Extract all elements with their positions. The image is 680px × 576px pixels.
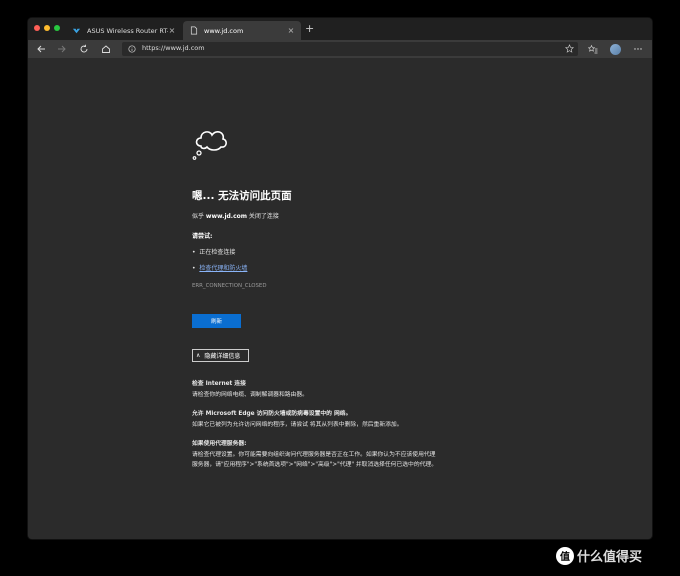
tab-title: ASUS Wireless Router RT-AC58U - Net xyxy=(87,26,168,35)
check-proxy-firewall-link[interactable]: 检查代理和防火墙 xyxy=(199,265,247,272)
toggle-details-label: 隐藏详细信息 xyxy=(204,353,241,360)
browser-window: ASUS Wireless Router RT-AC58U - Net × ww… xyxy=(28,18,652,539)
cloud-thought-icon xyxy=(192,130,227,160)
proxy-body-line2: 服务器，请"应用程序">"系统首选项">"网络">"高级">"代理" 并取消选择… xyxy=(192,462,438,468)
subtitle-host: www.jd.com xyxy=(205,213,248,220)
error-page: 嗯... 无法访问此页面 似乎 www.jd.com 关闭了连接 请尝试: • … xyxy=(28,58,652,539)
minimize-window-button[interactable] xyxy=(44,25,50,31)
subtitle-suffix: 关闭了连接 xyxy=(247,213,279,220)
site-watermark: 值 什么值得买 xyxy=(556,546,642,565)
bullet: • xyxy=(192,265,196,272)
tab-asus-router[interactable]: ASUS Wireless Router RT-AC58U - Net × xyxy=(66,21,182,40)
error-title: 嗯... 无法访问此页面 xyxy=(192,190,292,202)
page-icon xyxy=(189,26,198,35)
window-controls xyxy=(34,25,60,31)
error-code: ERR_CONNECTION_CLOSED xyxy=(192,283,267,289)
toolbar: https://www.jd.com xyxy=(28,40,652,58)
avatar xyxy=(609,43,621,55)
close-tab-icon[interactable]: × xyxy=(287,26,295,35)
home-button[interactable] xyxy=(99,42,113,56)
more-menu-button[interactable] xyxy=(631,42,645,56)
watermark-badge: 值 xyxy=(556,546,574,565)
watermark-text: 什么值得买 xyxy=(577,550,643,565)
tab-title: www.jd.com xyxy=(204,26,244,35)
try-heading: 请尝试: xyxy=(192,233,213,240)
refresh-page-button[interactable]: 刷新 xyxy=(192,314,241,328)
firewall-body: 如果它已被列为允许访问网络的程序，请尝试 将其从列表中删除，然后重新添加。 xyxy=(192,422,403,428)
more-dots-icon xyxy=(634,48,642,50)
try-item-label: 正在检查连接 xyxy=(199,249,236,256)
internet-heading: 检查 Internet 连接 xyxy=(192,381,246,387)
back-button[interactable] xyxy=(34,42,48,56)
favorites-list-icon xyxy=(588,44,598,54)
asus-favicon-icon xyxy=(72,26,81,35)
chevron-up-icon: ∧ xyxy=(196,352,201,359)
info-icon xyxy=(128,45,136,53)
bullet: • xyxy=(192,249,196,256)
tab-jd[interactable]: www.jd.com × xyxy=(183,21,301,40)
home-icon xyxy=(102,45,110,53)
forward-button[interactable] xyxy=(55,42,69,56)
firewall-heading: 允许 Microsoft Edge 访问防火墙或防病毒设置中的 网络。 xyxy=(192,411,352,417)
refresh-button[interactable] xyxy=(77,42,91,56)
url-text: https://www.jd.com xyxy=(142,44,205,52)
back-arrow-icon xyxy=(37,45,45,53)
tab-strip: ASUS Wireless Router RT-AC58U - Net × ww… xyxy=(28,18,652,40)
close-window-button[interactable] xyxy=(34,25,40,31)
internet-body: 请检查你的网络电缆、调制解调器和路由器。 xyxy=(192,392,308,398)
maximize-window-button[interactable] xyxy=(54,25,60,31)
address-bar[interactable]: https://www.jd.com xyxy=(122,42,578,56)
profile-button[interactable] xyxy=(608,42,622,56)
proxy-body-line1: 请检查代理设置。你可能需要向组织询问代理服务器是否正在工作。如果你认为不应该使用… xyxy=(192,452,436,458)
favorite-star-icon xyxy=(565,44,574,53)
favorites-button[interactable] xyxy=(586,42,600,56)
try-item: • 正在检查连接 xyxy=(192,247,235,256)
toggle-details-button[interactable]: ∧ 隐藏详细信息 xyxy=(192,349,249,362)
new-tab-button[interactable]: + xyxy=(305,22,314,35)
proxy-heading: 如果使用代理服务器: xyxy=(192,441,247,447)
refresh-icon xyxy=(80,44,88,53)
forward-arrow-icon xyxy=(58,45,66,53)
error-subtitle: 似乎 www.jd.com 关闭了连接 xyxy=(192,211,279,220)
close-tab-icon[interactable]: × xyxy=(168,26,176,35)
subtitle-prefix: 似乎 xyxy=(192,213,206,220)
try-item: • 检查代理和防火墙 xyxy=(192,263,247,272)
